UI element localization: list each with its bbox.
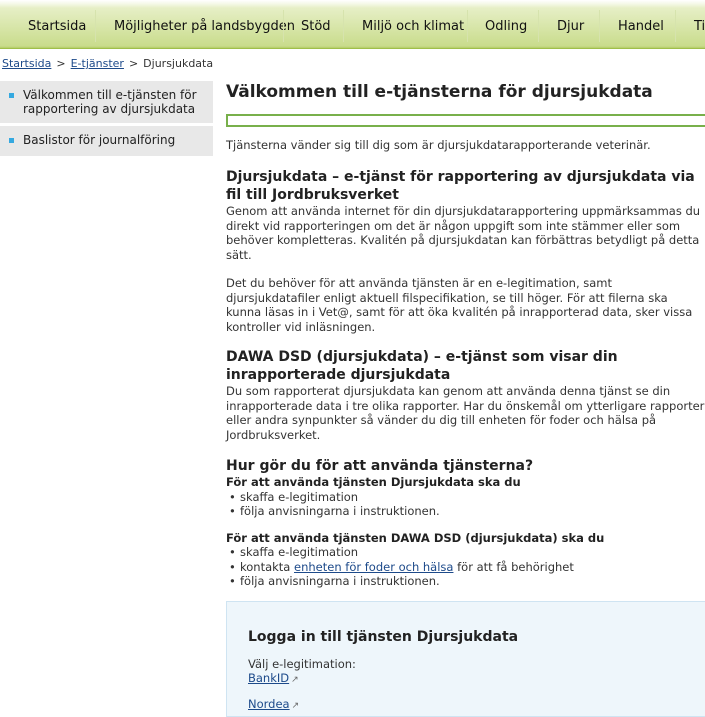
nav-miljo[interactable]: Miljö och klimat — [362, 19, 464, 34]
list-item: skaffa e-legitimation — [229, 490, 705, 505]
section-djursjukdata: Djursjukdata – e-tjänst för rapportering… — [226, 168, 705, 334]
subheading: För att använda tjänsten DAWA DSD (djurs… — [226, 530, 605, 545]
nav-separator — [283, 10, 284, 42]
nav-mojligheter[interactable]: Möjligheter på landsbygden — [114, 19, 295, 34]
list-text: för att få behörighet — [457, 559, 574, 574]
section-paragraph: Det du behöver för att använda tjänsten … — [226, 276, 693, 334]
breadcrumb: Startsida > E-tjänster > Djursjukdata — [2, 57, 213, 70]
breadcrumb-etjanster-link[interactable]: E-tjänster — [71, 57, 124, 70]
square-bullet-icon — [9, 93, 14, 98]
nav-ti[interactable]: Ti — [694, 19, 705, 34]
bankid-option: BankID ↗ — [248, 671, 299, 685]
section-heading: DAWA DSD (djursjukdata) – e-tjänst som v… — [226, 349, 618, 383]
section-heading: Hur gör du för att använda tjänsterna? — [226, 458, 534, 474]
nav-startsida[interactable]: Startsida — [28, 19, 86, 34]
breadcrumb-separator: > — [56, 57, 66, 70]
nav-djur[interactable]: Djur — [557, 19, 584, 34]
nordea-link[interactable]: Nordea — [248, 697, 290, 711]
section-heading: Djursjukdata – e-tjänst för rapportering… — [226, 169, 695, 203]
subheading: För att använda tjänsten Djursjukdata sk… — [226, 475, 521, 489]
nav-odling[interactable]: Odling — [485, 19, 527, 34]
section-dawa: DAWA DSD (djursjukdata) – e-tjänst som v… — [226, 348, 705, 442]
sidebar-item-label: Välkommen till e-tjänsten för rapporteri… — [23, 88, 197, 116]
list: skaffa e-legitimation kontakta enheten f… — [226, 545, 705, 589]
sidebar-item-valkommen[interactable]: Välkommen till e-tjänsten för rapporteri… — [0, 81, 213, 124]
accent-bar — [226, 114, 705, 127]
nav-separator — [675, 10, 676, 42]
sidebar-item-baslistor[interactable]: Baslistor för journalföring — [0, 126, 213, 157]
breadcrumb-separator: > — [128, 57, 139, 70]
login-label: Välj e-legitimation: — [248, 657, 356, 671]
breadcrumb-current: Djursjukdata — [143, 57, 214, 70]
section-how: Hur gör du för att använda tjänsterna? F… — [226, 457, 705, 589]
nav-separator — [538, 10, 539, 42]
nav-separator — [95, 10, 96, 42]
nordea-option: Nordea ↗ — [248, 697, 299, 711]
bankid-link[interactable]: BankID — [248, 671, 289, 685]
main-content: Välkommen till e-tjänsterna för djursjuk… — [226, 82, 705, 588]
nav-stod[interactable]: Stöd — [301, 19, 331, 34]
sidebar: Välkommen till e-tjänsten för rapporteri… — [0, 81, 213, 157]
list-item: följa anvisningarna i instruktionen. — [229, 504, 705, 519]
list-item: kontakta enheten för foder och hälsa för… — [229, 559, 705, 575]
section-paragraph: Du som rapporterat djursjukdata kan geno… — [226, 384, 705, 442]
section-paragraph: Genom att använda internet för din djurs… — [226, 204, 701, 262]
nav-separator — [343, 10, 344, 42]
login-heading: Logga in till tjänsten Djursjukdata — [248, 629, 519, 645]
external-link-icon: ↗ — [291, 675, 299, 685]
nav-separator — [467, 10, 468, 42]
square-bullet-icon — [9, 138, 14, 143]
nav-separator — [599, 10, 600, 42]
page-title: Välkommen till e-tjänsterna för djursjuk… — [226, 82, 653, 102]
list-text: kontakta — [240, 559, 291, 574]
list: skaffa e-legitimation följa anvisningarn… — [226, 490, 705, 519]
breadcrumb-home-link[interactable]: Startsida — [2, 57, 51, 70]
nav-handel[interactable]: Handel — [618, 19, 664, 34]
top-navigation: Startsida Möjligheter på landsbygden Stö… — [0, 0, 705, 49]
login-box: Logga in till tjänsten Djursjukdata Välj… — [226, 601, 705, 717]
external-link-icon: ↗ — [291, 701, 300, 711]
list-item: skaffa e-legitimation — [229, 545, 705, 560]
intro-text: Tjänsterna vänder sig till dig som är dj… — [226, 138, 651, 152]
list-item: följa anvisningarna i instruktionen. — [229, 574, 705, 589]
enheten-link[interactable]: enheten för foder och hälsa — [294, 560, 453, 574]
sidebar-item-label: Baslistor för journalföring — [23, 133, 176, 147]
